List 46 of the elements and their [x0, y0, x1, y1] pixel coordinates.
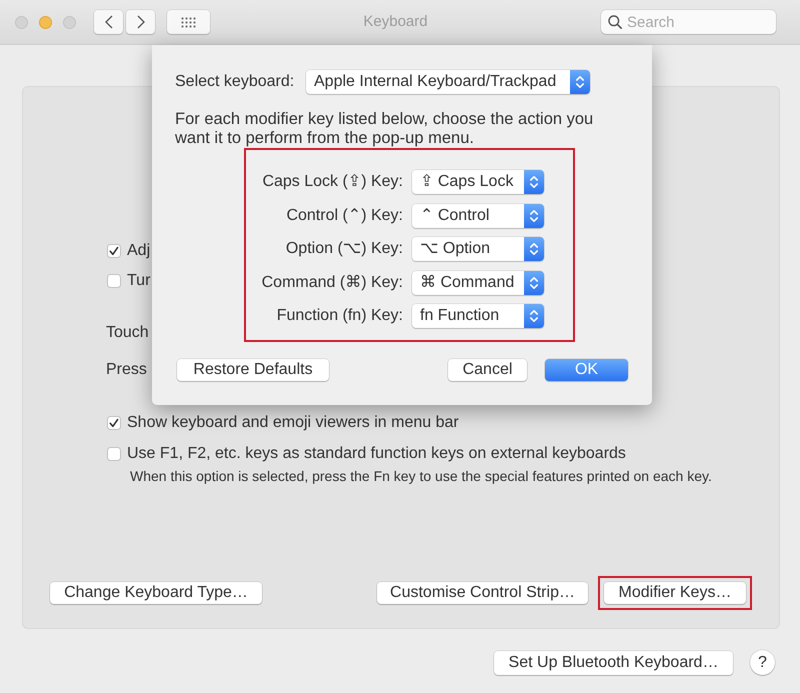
checkbox[interactable]	[107, 274, 121, 288]
dialog-button[interactable]: Cancel	[448, 359, 527, 381]
action-dropdown[interactable]: fn Function	[412, 304, 544, 328]
action-dropdown[interactable]: ⌘ Command	[412, 270, 544, 294]
checkbox-label: Use F1, F2, etc. keys as standard function keys on external keyboards	[127, 444, 626, 464]
updown-chevron-icon	[524, 270, 544, 294]
setting-label: Touch	[106, 323, 149, 343]
key-label: Caps Lock (⇪) Key:	[261, 172, 403, 192]
checkbox[interactable]	[107, 244, 121, 258]
forward-button[interactable]	[126, 10, 155, 34]
bluetooth-setup-button[interactable]: Set Up Bluetooth Keyboard…	[494, 650, 733, 674]
action-dropdown[interactable]: ⌥ Option	[412, 237, 544, 261]
action-dropdown[interactable]: ⌃ Control	[412, 204, 544, 228]
panel-button[interactable]: Customise Control Strip…	[377, 582, 588, 604]
window-title: Keyboard	[362, 12, 429, 32]
search-field[interactable]: Search	[601, 10, 776, 34]
action-dropdown[interactable]: ⇪ Caps Lock	[412, 170, 544, 194]
checkbox-label: Show keyboard and emoji viewers in menu bar	[127, 413, 459, 433]
key-label: Function (fn) Key:	[276, 306, 403, 326]
updown-chevron-icon	[524, 237, 544, 261]
updown-chevron-icon	[524, 204, 544, 228]
grid-icon	[181, 16, 196, 28]
updown-chevron-icon	[524, 304, 544, 328]
key-label: Control (⌃) Key:	[285, 206, 403, 226]
panel-button[interactable]: Change Keyboard Type…	[50, 582, 262, 604]
checkbox-label: Tur	[127, 271, 150, 291]
checkbox[interactable]	[107, 416, 121, 430]
search-icon	[608, 15, 622, 29]
field-label: Select keyboard:	[175, 72, 296, 92]
chevron-right-icon	[136, 15, 144, 29]
option-note: When this option is selected, press the Fn key to use the special features printed on each key.	[130, 468, 712, 484]
chevron-left-icon	[104, 15, 112, 29]
panel-button[interactable]: Modifier Keys…	[604, 582, 746, 604]
dialog-button[interactable]: Restore Defaults	[177, 359, 329, 381]
checkbox-label: Adj	[127, 241, 150, 261]
keyboard-dropdown[interactable]: Apple Internal Keyboard/Trackpad	[306, 70, 590, 94]
key-label: Option (⌥) Key:	[284, 239, 403, 259]
key-label: Command (⌘) Key:	[260, 272, 403, 292]
checkbox[interactable]	[107, 447, 121, 461]
help-button[interactable]: ?	[750, 650, 775, 675]
description-text: For each modifier key listed below, choose the action you want it to perform from the pop-up menu.	[175, 110, 594, 148]
grid-button[interactable]	[167, 10, 210, 34]
updown-chevron-icon	[570, 70, 590, 94]
setting-label: Press	[106, 360, 147, 380]
updown-chevron-icon	[524, 170, 544, 194]
back-button[interactable]	[94, 10, 123, 34]
